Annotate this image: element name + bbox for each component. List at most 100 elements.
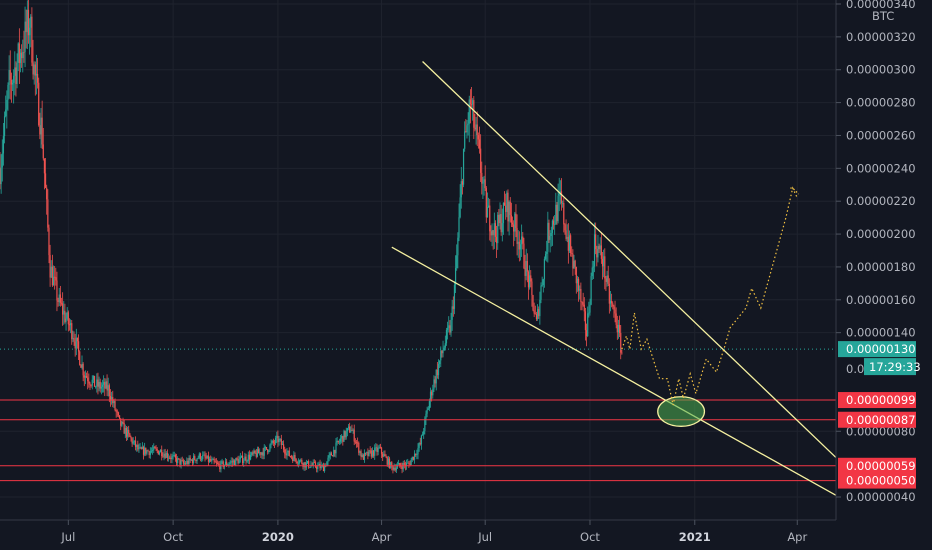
candle-body: [131, 438, 133, 444]
candle-body: [159, 449, 162, 453]
candle-body: [351, 430, 353, 432]
candle-body: [268, 450, 270, 452]
candle-body: [413, 453, 416, 460]
candle-body: [306, 461, 309, 463]
candle-body: [367, 452, 369, 457]
candle-body: [113, 401, 115, 404]
candle-body: [286, 452, 288, 456]
candle-body: [456, 255, 458, 269]
candle-body: [167, 457, 170, 459]
candle-body: [275, 437, 277, 444]
candle-body: [523, 243, 525, 269]
candle-body: [542, 279, 544, 286]
candle-body: [432, 389, 434, 396]
candle-body: [447, 328, 449, 330]
target-zone-ellipse: [657, 396, 706, 427]
candle-body: [67, 312, 69, 325]
candle-body: [175, 457, 178, 463]
price-chart[interactable]: 0.000003400.000003200.000003000.00000280…: [0, 0, 932, 550]
level-price-label: 0.00000059: [846, 459, 916, 473]
candle-body: [36, 73, 39, 83]
candle-body: [522, 236, 524, 244]
time-tick-label: Oct: [163, 530, 183, 544]
candle-body: [60, 302, 63, 304]
candle-body: [147, 450, 149, 452]
candle-body: [468, 99, 470, 124]
candle-body: [410, 459, 412, 465]
candle-body: [480, 148, 482, 173]
candle-body: [575, 266, 577, 284]
price-tick-label: 0.00000320: [846, 30, 916, 44]
candle-body: [25, 21, 27, 33]
candle-body: [288, 450, 290, 457]
candle-body: [1, 153, 3, 168]
candle-body: [134, 440, 137, 447]
candle-body: [158, 452, 161, 455]
candle-body: [243, 460, 245, 464]
candle-body: [490, 231, 492, 236]
candle-body: [99, 381, 101, 389]
candle-body: [207, 455, 210, 462]
candle-body: [611, 300, 613, 304]
candle-body: [331, 455, 334, 457]
level-price-label: 0.00000087: [846, 413, 916, 427]
candle-body: [87, 377, 89, 382]
candle-body: [214, 461, 216, 463]
candle-body: [582, 302, 584, 305]
candle-body: [138, 447, 140, 450]
candle-body: [63, 310, 65, 315]
candle-body: [330, 453, 333, 456]
candle-body: [199, 453, 202, 460]
candle-body: [74, 341, 76, 349]
candle-body: [218, 463, 220, 465]
candle-body: [84, 376, 87, 378]
candle-body: [171, 456, 173, 459]
candle-body: [614, 309, 616, 314]
candle-body: [375, 447, 377, 449]
candle-body: [482, 181, 484, 184]
candle-body: [163, 453, 165, 457]
candle-body: [51, 266, 53, 286]
candle-body: [203, 454, 205, 456]
candle-body: [137, 444, 139, 450]
candle-body: [509, 201, 511, 216]
candle-body: [208, 459, 211, 462]
candle-body: [59, 294, 61, 303]
candle-body: [604, 256, 606, 279]
candle-body: [129, 433, 131, 437]
candle-body: [170, 457, 172, 459]
candle-body: [514, 213, 516, 232]
candle-body: [347, 426, 350, 429]
candle-body: [459, 197, 461, 218]
candle-body: [591, 267, 593, 277]
candle-body: [198, 453, 200, 458]
candle-body: [588, 312, 590, 314]
candle-body: [587, 313, 589, 337]
candle-body: [297, 462, 300, 464]
candle-body: [232, 460, 235, 463]
candle-body: [23, 52, 25, 53]
candle-body: [283, 444, 285, 450]
candle-body: [76, 337, 79, 342]
candle-body: [148, 451, 150, 456]
candle-body: [416, 454, 418, 456]
candle-body: [363, 452, 366, 460]
candle-body: [26, 9, 28, 33]
candle-body: [308, 461, 310, 468]
candle-body: [6, 99, 8, 110]
candle-body: [441, 350, 443, 354]
candle-body: [589, 304, 591, 313]
candle-body: [318, 463, 320, 466]
candle-body: [590, 276, 592, 305]
candle-body: [435, 369, 437, 384]
candle-body: [548, 222, 550, 240]
candle-body: [238, 459, 240, 464]
candle-body: [616, 324, 618, 333]
candle-body: [412, 456, 415, 460]
candle-body: [386, 457, 388, 465]
candle-body: [341, 435, 343, 439]
candle-body: [572, 253, 574, 269]
candle-body: [513, 224, 515, 232]
candle-body: [180, 460, 182, 465]
candle-body: [157, 450, 159, 455]
